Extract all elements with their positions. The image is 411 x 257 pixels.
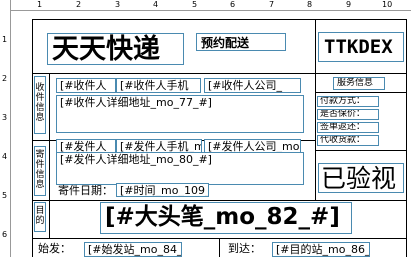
receiver-phone-text: [#收件人手机: [120, 79, 189, 92]
service-row-cod[interactable]: 代收货款：: [317, 135, 379, 146]
ship-date-label: 寄件日期：: [58, 184, 113, 197]
sender-address-text: [#发件人详细地址_mo_80_#]: [60, 153, 212, 166]
brand-title: 天天快递: [52, 34, 160, 65]
frame-line: [32, 73, 407, 74]
reservation-box[interactable]: 预约配送: [196, 33, 286, 51]
ruler-number: 10: [382, 0, 393, 9]
frame-line: [49, 73, 50, 238]
ruler-number: 1: [2, 35, 8, 44]
receiver-name-field[interactable]: [#收件人: [56, 78, 116, 93]
destination-field[interactable]: [#目的站_mo_86_: [272, 242, 370, 257]
service-row-payment[interactable]: 付款方式：: [317, 96, 379, 107]
ruler-number: 7: [269, 0, 275, 9]
frame-line: [219, 238, 220, 257]
ship-date-text: [#时间_mo_109_#]: [120, 184, 208, 197]
ruler-number: 3: [115, 0, 121, 9]
frame-line: [406, 19, 407, 257]
frame-line: [315, 92, 407, 93]
inspected-box[interactable]: 已验视: [318, 163, 404, 193]
ruler-number: 1: [37, 0, 43, 9]
frame-line: [32, 19, 407, 20]
sender-name-field[interactable]: [#发件人: [56, 139, 116, 153]
frame-line: [315, 19, 316, 200]
inspected-stamp: 已验视: [321, 164, 397, 193]
origin-text: [#始发站_mo_84_: [88, 243, 182, 256]
ruler-number: 4: [153, 0, 159, 9]
ship-date-field[interactable]: [#时间_mo_109_#]: [116, 183, 209, 197]
receiver-side-text: 收件信息: [35, 83, 45, 123]
logo-text: TTKDEX: [324, 36, 393, 58]
left-ruler: 1 2 3 4 5 6: [0, 0, 11, 257]
sender-phone-text: [#发件人手机_mo: [120, 140, 201, 153]
service-title-box[interactable]: 服务信息: [333, 77, 385, 90]
destination-side-text: 目的: [35, 206, 45, 226]
service-row-text: 签单返还：: [320, 122, 366, 132]
ruler-number: 4: [2, 152, 8, 161]
sender-company-text: [#发件人公司_mo: [208, 140, 300, 153]
receiver-phone-field[interactable]: [#收件人手机: [116, 78, 201, 93]
ruler-number: 6: [230, 0, 236, 9]
origin-label: 始发：: [38, 242, 71, 255]
receiver-company-text: [#收件人公司_: [208, 79, 283, 92]
sender-company-field[interactable]: [#发件人公司_mo: [204, 139, 301, 153]
service-row-insured[interactable]: 是否保价：: [317, 109, 379, 120]
sender-name-text: [#发件人: [60, 140, 107, 153]
ruler-number: 9: [346, 0, 352, 9]
ruler-number: 5: [2, 191, 8, 200]
service-row-text: 代收货款：: [320, 135, 366, 145]
service-title: 服务信息: [337, 78, 374, 88]
top-ruler: 1 2 3 4 5 6 7 8 9 10: [0, 0, 411, 11]
logo-box[interactable]: TTKDEX: [318, 32, 404, 62]
receiver-address-text: [#收件人详细地址_mo_77_#]: [60, 96, 212, 109]
frame-line: [32, 19, 33, 257]
frame-line: [315, 150, 407, 151]
ruler-number: 8: [307, 0, 313, 9]
sender-address-field[interactable]: [#发件人详细地址_mo_80_#]: [56, 152, 304, 185]
receiver-side-label[interactable]: 收件信息: [34, 76, 46, 134]
sender-side-text: 寄件信息: [35, 150, 45, 190]
brand-box[interactable]: 天天快递: [47, 33, 184, 65]
destination-side-label[interactable]: 目的: [34, 202, 46, 232]
ruler-number: 3: [2, 113, 8, 122]
service-row-return[interactable]: 签单返还：: [317, 122, 379, 133]
ruler-number: 5: [192, 0, 198, 9]
origin-field[interactable]: [#始发站_mo_84_: [84, 242, 182, 257]
receiver-name-text: [#收件人: [60, 79, 107, 92]
big-code-field[interactable]: [#大头笔_mo_82_#]: [100, 202, 352, 234]
destination-text: [#目的站_mo_86_: [276, 243, 370, 256]
service-row-text: 付款方式：: [320, 96, 366, 106]
service-row-text: 是否保价：: [320, 109, 366, 119]
receiver-company-field[interactable]: [#收件人公司_: [204, 78, 301, 93]
big-code-text: [#大头笔_mo_82_#]: [105, 204, 340, 230]
ruler-number: 6: [2, 230, 8, 239]
ruler-number: 2: [2, 74, 8, 83]
sender-side-label[interactable]: 寄件信息: [34, 146, 46, 196]
receiver-address-field[interactable]: [#收件人详细地址_mo_77_#]: [56, 95, 304, 133]
reservation-label: 预约配送: [201, 36, 250, 50]
sender-phone-field[interactable]: [#发件人手机_mo: [116, 139, 202, 153]
frame-line: [32, 200, 407, 201]
ruler-number: 2: [76, 0, 82, 9]
destination-label: 到达：: [228, 242, 261, 255]
